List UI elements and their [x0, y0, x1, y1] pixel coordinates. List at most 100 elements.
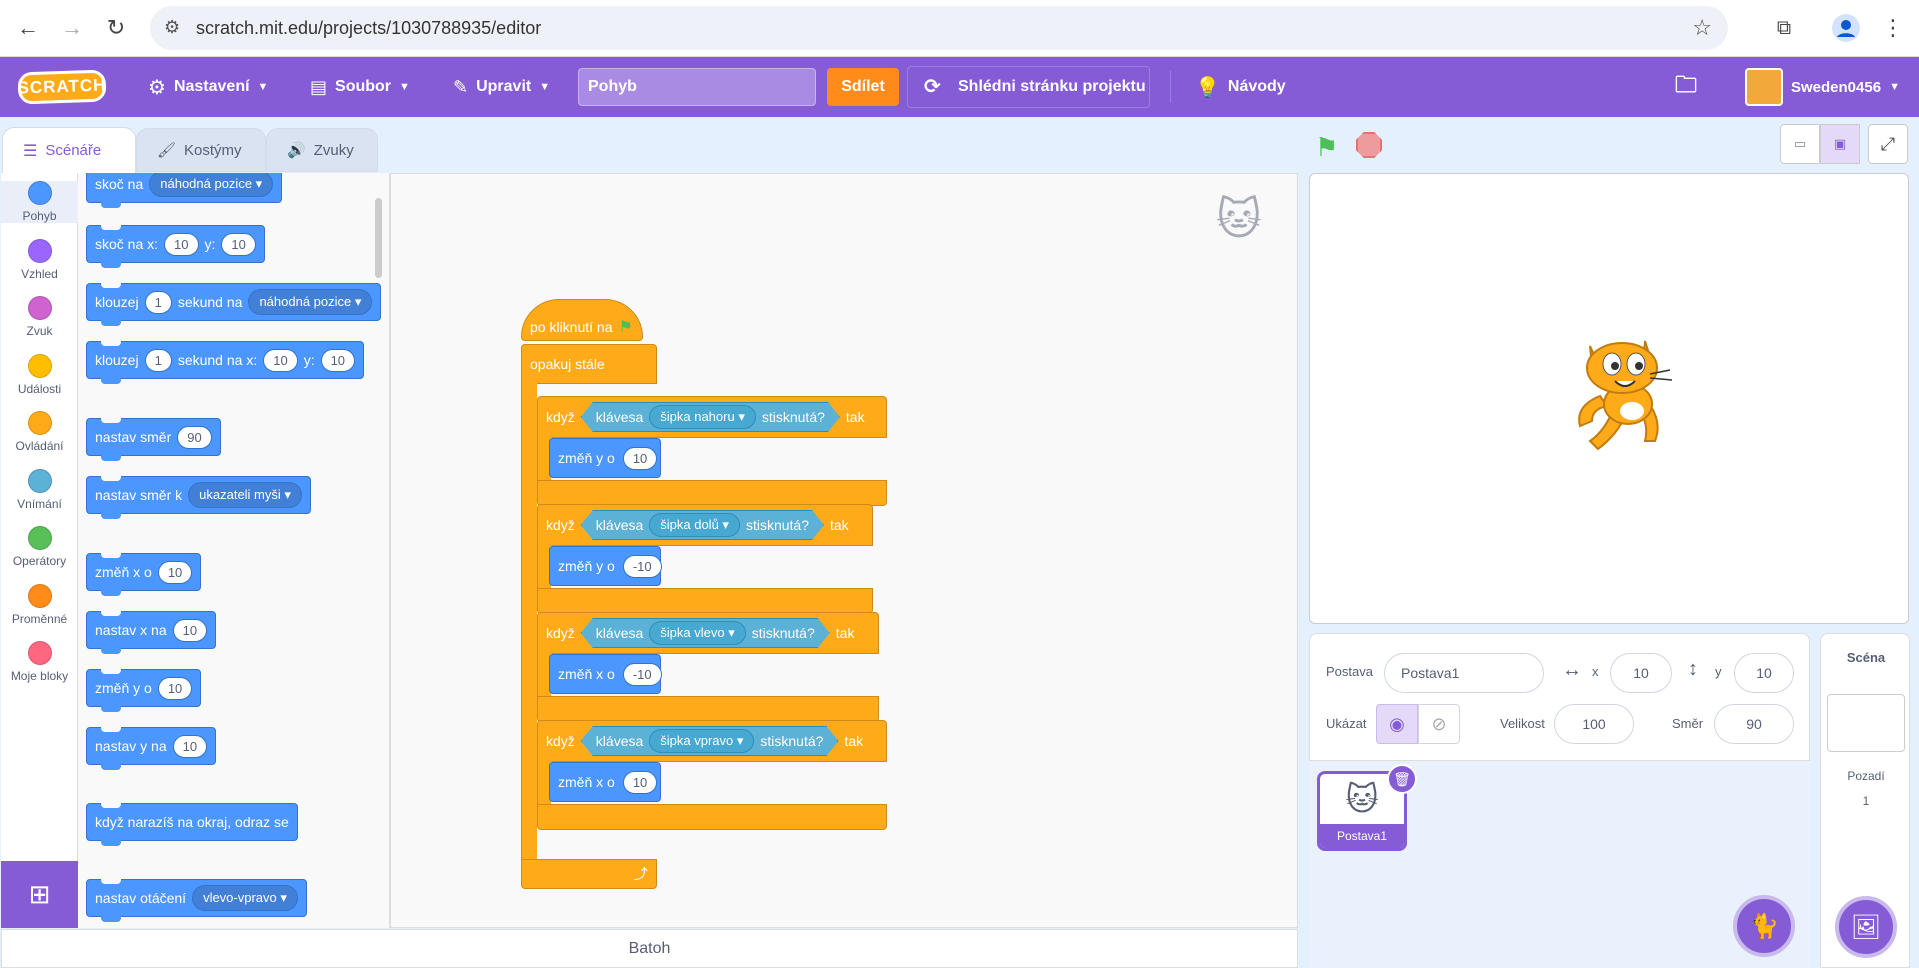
category-8[interactable]: Moje bloky — [1, 641, 78, 683]
stop-icon[interactable] — [1356, 132, 1382, 158]
show-visible-eye-icon[interactable]: ◉ — [1376, 704, 1418, 744]
browser-menu-icon[interactable]: ⋮ — [1877, 12, 1909, 44]
x-position-input[interactable]: 10 — [1610, 653, 1672, 693]
add-extension-button[interactable]: ⊞ — [1, 861, 78, 928]
category-2[interactable]: Zvuk — [1, 296, 78, 338]
change-value-input[interactable]: -10 — [622, 554, 662, 578]
file-menu[interactable]: ▤ Soubor ▼ — [310, 57, 410, 117]
tab-costumes[interactable]: 🖌 Kostýmy — [136, 128, 266, 172]
input-secs[interactable]: 1 — [144, 348, 172, 372]
site-info-icon[interactable]: ⚙ — [164, 17, 180, 38]
hide-eye-slash-icon[interactable]: ⊘ — [1418, 704, 1460, 744]
block-set-x[interactable]: nastav x na 10 — [86, 611, 217, 654]
key-dropdown[interactable]: šipka nahoru — [649, 405, 756, 429]
back-arrow-icon[interactable]: ← — [12, 12, 44, 44]
category-0[interactable]: Pohyb — [1, 181, 78, 223]
share-button[interactable]: Sdílet — [827, 68, 899, 106]
block-change-0[interactable]: změň y o 10 — [549, 438, 661, 478]
dropdown-glide-target[interactable]: náhodná pozice — [248, 289, 373, 315]
choose-backdrop-image-icon[interactable]: 🖼 — [1835, 896, 1897, 958]
input-y[interactable]: 10 — [320, 348, 356, 372]
direction-input[interactable]: 90 — [1714, 704, 1794, 744]
block-change-x[interactable]: změň x o 10 — [86, 553, 202, 596]
my-stuff-folder-icon[interactable]: 🗀 — [1675, 57, 1697, 117]
if-header[interactable]: když klávesa šipka vpravo stisknutá? tak — [537, 720, 887, 762]
change-value-input[interactable]: 10 — [622, 770, 658, 794]
change-value-input[interactable]: 10 — [622, 446, 658, 470]
category-1[interactable]: Vzhled — [1, 238, 78, 281]
backpack[interactable]: Batoh — [1, 929, 1298, 968]
key-pressed-block[interactable]: klávesa šipka vpravo stisknutá? — [581, 726, 839, 756]
cat-sprite-icon[interactable] — [1560, 326, 1690, 456]
category-5[interactable]: Vnímání — [1, 468, 78, 511]
input-x[interactable]: 10 — [172, 618, 208, 642]
stage[interactable] — [1309, 173, 1909, 624]
normal-stage-icon[interactable]: ▣ — [1820, 124, 1860, 164]
input-x[interactable]: 10 — [164, 232, 199, 256]
settings-menu[interactable]: ⚙ Nastavení ▼ — [148, 57, 268, 117]
fullscreen-icon[interactable]: ⤢ — [1868, 124, 1908, 164]
block-glide-xy[interactable]: klouzej 1 sekund na x: 10 y: 10 — [86, 341, 365, 384]
category-6[interactable]: Operátory — [1, 526, 78, 568]
y-position-input[interactable]: 10 — [1734, 653, 1794, 693]
block-change-y[interactable]: změň y o 10 — [86, 669, 202, 712]
block-change-3[interactable]: změň x o 10 — [549, 762, 661, 802]
account-menu[interactable]: Sweden0456 ▼ — [1745, 57, 1900, 117]
delete-sprite-trash-icon[interactable]: 🗑 — [1387, 764, 1417, 794]
edit-menu[interactable]: ✎ Upravit ▼ — [453, 57, 550, 117]
see-project-page-button[interactable]: ⟳ Shlédni stránku projektu — [907, 66, 1150, 108]
key-dropdown[interactable]: šipka dolů — [649, 513, 740, 537]
if-header[interactable]: když klávesa šipka dolů stisknutá? tak — [537, 504, 873, 546]
category-4[interactable]: Ovládání — [1, 411, 78, 453]
block-point-direction[interactable]: nastav směr 90 — [86, 418, 221, 461]
dropdown-towards[interactable]: ukazateli myši — [188, 482, 302, 508]
key-pressed-block[interactable]: klávesa šipka nahoru stisknutá? — [581, 402, 840, 432]
green-flag-icon[interactable]: ⚑ — [1315, 132, 1338, 163]
input-dy[interactable]: 10 — [157, 676, 193, 700]
input-secs[interactable]: 1 — [144, 290, 172, 314]
forward-arrow-icon[interactable]: → — [56, 12, 88, 44]
backdrop-thumbnail[interactable] — [1827, 694, 1905, 752]
block-goto[interactable]: skoč na náhodná pozice — [86, 173, 283, 208]
choose-sprite-cat-icon[interactable]: 🐈 — [1733, 895, 1795, 957]
key-dropdown[interactable]: šipka vlevo — [649, 621, 745, 645]
block-change-1[interactable]: změň y o -10 — [549, 546, 662, 586]
block-rotation-style[interactable]: nastav otáčení vlevo-vpravo — [86, 879, 307, 922]
stage-selector[interactable]: Scéna Pozadí 1 🖼 — [1820, 633, 1910, 968]
small-stage-icon[interactable]: ▭ — [1780, 124, 1820, 164]
dropdown-rotation[interactable]: vlevo-vpravo — [192, 885, 298, 911]
block-set-y[interactable]: nastav y na 10 — [86, 727, 217, 770]
extensions-icon[interactable]: ⧉ — [1768, 12, 1800, 44]
block-bounce[interactable]: když narazíš na okraj, odraz se — [86, 803, 298, 846]
dropdown-goto-target[interactable]: náhodná pozice — [149, 173, 274, 197]
input-dx[interactable]: 10 — [157, 560, 193, 584]
input-direction[interactable]: 90 — [177, 425, 212, 449]
reload-icon[interactable]: ↻ — [100, 12, 132, 44]
input-x[interactable]: 10 — [263, 348, 298, 372]
tutorials-button[interactable]: 💡 Návody — [1195, 57, 1286, 117]
category-3[interactable]: Události — [1, 353, 78, 396]
key-dropdown[interactable]: šipka vpravo — [649, 729, 754, 753]
tab-sounds[interactable]: 🔊 Zvuky — [266, 128, 378, 172]
block-forever[interactable]: opakuj stále — [521, 344, 657, 384]
size-input[interactable]: 100 — [1554, 704, 1634, 744]
scratch-logo[interactable]: SCRATCH — [17, 69, 107, 105]
profile-icon[interactable] — [1830, 12, 1862, 44]
change-value-input[interactable]: -10 — [622, 662, 662, 686]
tab-code[interactable]: ☰ Scénáře — [2, 127, 136, 173]
project-title-input[interactable]: Pohyb — [578, 68, 816, 106]
input-y[interactable]: 10 — [172, 734, 208, 758]
if-header[interactable]: když klávesa šipka vlevo stisknutá? tak — [537, 612, 879, 654]
key-pressed-block[interactable]: klávesa šipka dolů stisknutá? — [581, 510, 824, 540]
block-change-2[interactable]: změň x o -10 — [549, 654, 662, 694]
block-point-towards[interactable]: nastav směr k ukazateli myši — [86, 476, 311, 519]
address-bar[interactable]: ⚙ scratch.mit.edu/projects/1030788935/ed… — [150, 6, 1728, 50]
key-pressed-block[interactable]: klávesa šipka vlevo stisknutá? — [581, 618, 830, 648]
block-gotoxy[interactable]: skoč na x: 10 y: 10 — [86, 225, 265, 268]
if-header[interactable]: když klávesa šipka nahoru stisknutá? tak — [537, 396, 887, 438]
category-7[interactable]: Proměnné — [1, 583, 78, 626]
bookmark-star-icon[interactable]: ☆ — [1692, 15, 1712, 41]
script-area[interactable]: 🐱 po kliknutí na ⚑ opakuj stále ⤴ když kl… — [390, 173, 1298, 928]
block-when-flag-clicked[interactable]: po kliknutí na ⚑ — [521, 299, 643, 341]
input-y[interactable]: 10 — [221, 232, 256, 256]
